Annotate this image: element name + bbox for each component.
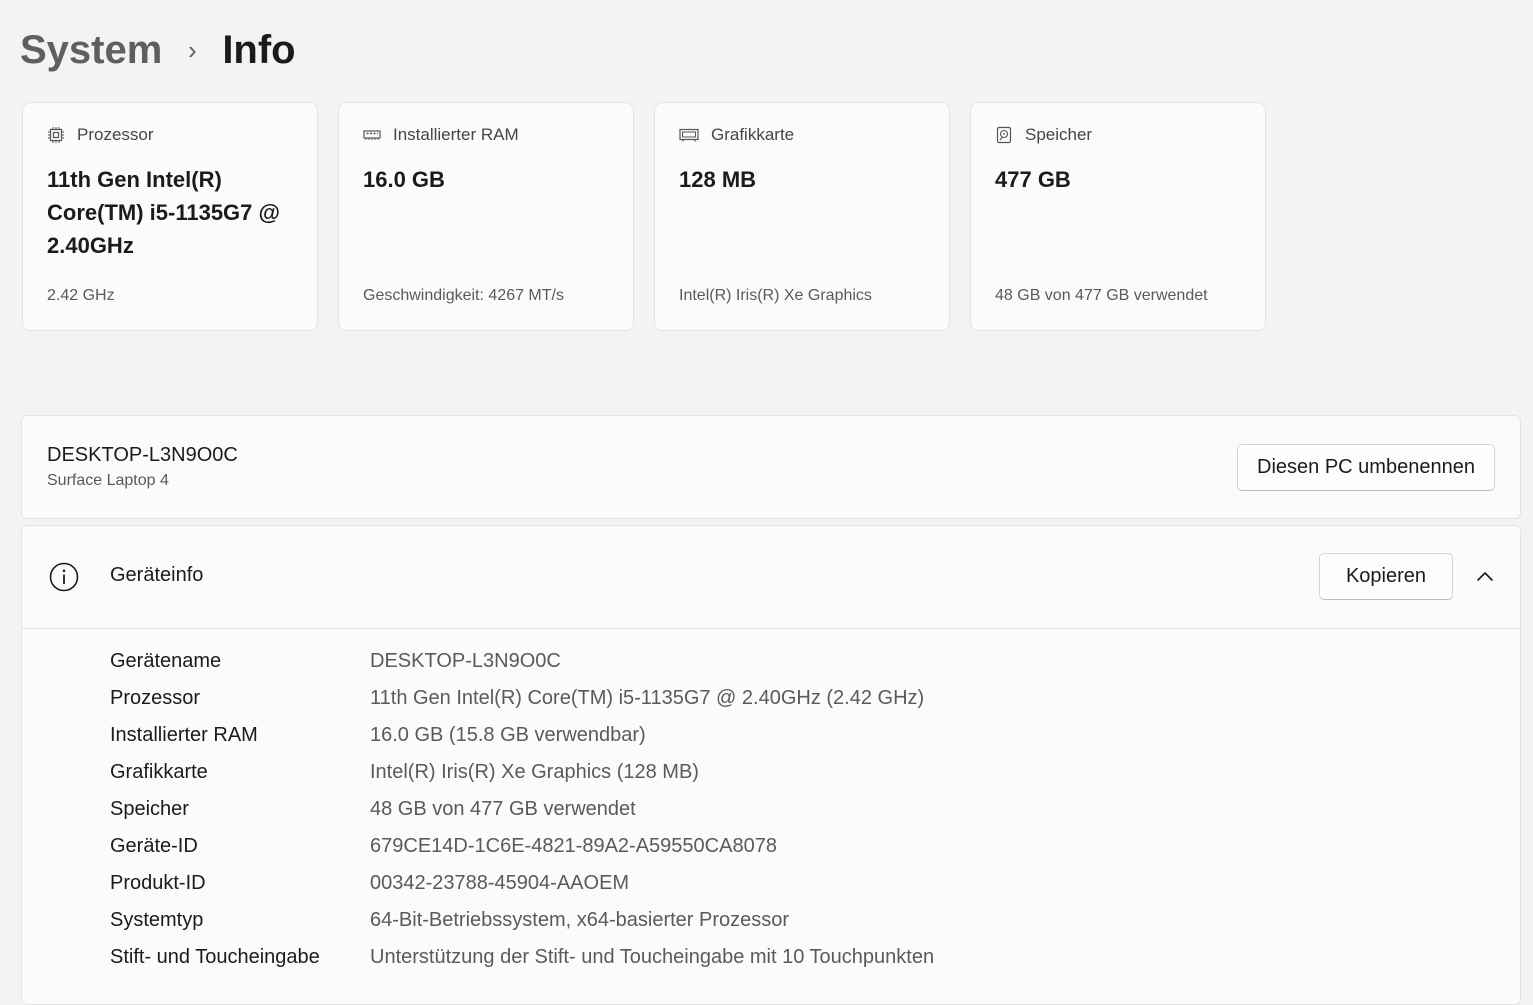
spec-label: Stift- und Toucheingabe <box>110 946 320 968</box>
processor-card-label: Prozessor <box>77 125 154 144</box>
spec-value: 16.0 GB (15.8 GB verwendbar) <box>370 724 646 746</box>
graphics-card-sub: Intel(R) Iris(R) Xe Graphics <box>679 287 872 304</box>
spec-label: Gerätename <box>110 650 222 672</box>
storage-card-header: Speicher <box>995 125 1092 145</box>
spec-label: Systemtyp <box>110 909 204 931</box>
info-circle-icon <box>48 561 80 598</box>
storage-card-sub: 48 GB von 477 GB verwendet <box>995 287 1208 304</box>
graphics-card-label: Grafikkarte <box>711 125 795 144</box>
pc-name: DESKTOP-L3N9O0C <box>47 444 238 466</box>
storage-card-label: Speicher <box>1025 125 1093 144</box>
processor-card: Prozessor 11th Gen Intel(R) Core(TM) i5-… <box>22 102 318 331</box>
ram-card: Installierter RAM 16.0 GB Geschwindigkei… <box>338 102 634 331</box>
spec-value: 679CE14D-1C6E-4821-89A2-A59550CA8078 <box>370 835 777 857</box>
storage-card-value: 477 GB <box>995 167 1071 192</box>
spec-label: Grafikkarte <box>110 761 208 783</box>
storage-card: Speicher 477 GB 48 GB von 477 GB verwend… <box>970 102 1266 331</box>
processor-chip-icon <box>47 126 65 144</box>
spec-label: Installierter RAM <box>110 724 258 746</box>
spec-row-system-type: Systemtyp 64-Bit-Betriebssystem, x64-bas… <box>110 902 934 939</box>
device-info-panel: Geräteinfo Kopieren Gerätename DESKTOP-L… <box>21 525 1521 1005</box>
chevron-up-icon[interactable] <box>1472 564 1498 590</box>
device-info-title: Geräteinfo <box>110 564 204 586</box>
rename-pc-button[interactable]: Diesen PC umbenennen <box>1237 444 1495 491</box>
processor-card-value: 11th Gen Intel(R) Core(TM) i5-1135G7 @ 2… <box>47 167 280 258</box>
spec-row-pen-touch: Stift- und Toucheingabe Unterstützung de… <box>110 939 934 976</box>
spec-value: 48 GB von 477 GB verwendet <box>370 798 636 820</box>
spec-row-storage: Speicher 48 GB von 477 GB verwendet <box>110 791 934 828</box>
spec-value: 11th Gen Intel(R) Core(TM) i5-1135G7 @ 2… <box>370 687 925 709</box>
spec-row-device-id: Geräte-ID 679CE14D-1C6E-4821-89A2-A59550… <box>110 828 934 865</box>
spec-label: Geräte-ID <box>110 835 198 857</box>
spec-value: Unterstützung der Stift- und Toucheingab… <box>370 946 935 968</box>
ram-card-sub: Geschwindigkeit: 4267 MT/s <box>363 287 564 304</box>
graphics-card-value: 128 MB <box>679 167 757 192</box>
spec-value: Intel(R) Iris(R) Xe Graphics (128 MB) <box>370 761 699 783</box>
copy-button[interactable]: Kopieren <box>1319 553 1453 600</box>
ram-card-header: Installierter RAM <box>363 125 519 145</box>
spec-value: DESKTOP-L3N9O0C <box>370 650 561 672</box>
spec-row-ram: Installierter RAM 16.0 GB (15.8 GB verwe… <box>110 717 934 754</box>
chevron-right-icon: › <box>187 34 197 65</box>
spec-label: Prozessor <box>110 687 201 709</box>
spec-value: 00342-23788-45904-AAOEM <box>370 872 630 894</box>
pc-model: Surface Laptop 4 <box>47 472 169 489</box>
page-title: Info <box>222 27 296 72</box>
spec-cards: Prozessor 11th Gen Intel(R) Core(TM) i5-… <box>22 102 1266 331</box>
device-spec-list: Gerätename DESKTOP-L3N9O0C Prozessor 11t… <box>110 643 934 976</box>
storage-drive-icon <box>995 126 1013 144</box>
ram-card-value: 16.0 GB <box>363 167 445 192</box>
graphics-card: Grafikkarte 128 MB Intel(R) Iris(R) Xe G… <box>654 102 950 331</box>
spec-label: Speicher <box>110 798 189 820</box>
graphics-card-header: Grafikkarte <box>679 125 794 145</box>
processor-card-sub: 2.42 GHz <box>47 287 115 304</box>
spec-row-graphics: Grafikkarte Intel(R) Iris(R) Xe Graphics… <box>110 754 934 791</box>
processor-card-header: Prozessor <box>47 125 154 145</box>
ram-card-label: Installierter RAM <box>393 125 519 144</box>
spec-label: Produkt-ID <box>110 872 206 894</box>
device-info-header[interactable]: Geräteinfo Kopieren <box>22 526 1520 629</box>
spec-row-product-id: Produkt-ID 00342-23788-45904-AAOEM <box>110 865 934 902</box>
breadcrumb: System › Info <box>20 22 296 78</box>
graphics-card-icon <box>679 126 699 144</box>
spec-row-processor: Prozessor 11th Gen Intel(R) Core(TM) i5-… <box>110 680 934 717</box>
breadcrumb-system-link[interactable]: System <box>20 28 162 73</box>
spec-row-device-name: Gerätename DESKTOP-L3N9O0C <box>110 643 934 680</box>
pc-name-panel: DESKTOP-L3N9O0C Surface Laptop 4 Diesen … <box>21 415 1521 519</box>
spec-value: 64-Bit-Betriebssystem, x64-basierter Pro… <box>370 909 790 931</box>
ram-module-icon <box>363 126 381 144</box>
